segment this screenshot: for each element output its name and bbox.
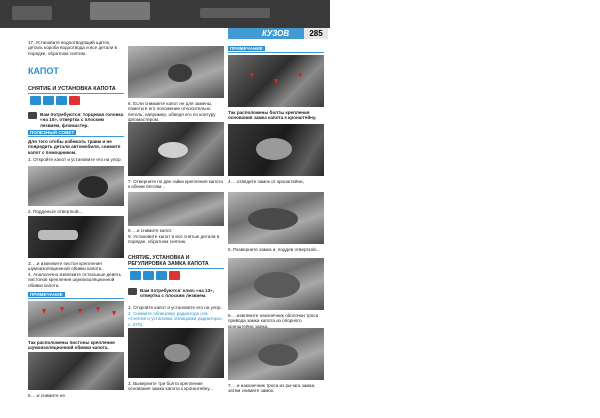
step-text: 5. Разверните замок и, поддев отверткой.… [228, 247, 320, 252]
needs-text: Вам потребуются: ключ «на 13», отвертка … [140, 288, 214, 299]
step-text: 8. ...и снимите капот. [128, 228, 173, 233]
step-text: 2. Подденьте отверткой... [28, 209, 83, 214]
warning-icon [169, 271, 180, 280]
tip-text: Для того чтобы избежать травм и не повре… [28, 139, 121, 155]
step-text: 7. ...и наконечник троса из рычага замка… [228, 383, 316, 394]
photo-cable-sheath [228, 258, 324, 310]
step-text: 4. ...отведите замок от кронштейна, [228, 179, 304, 184]
arrow-marker [298, 73, 302, 78]
arrow-marker [60, 307, 64, 312]
tool-icon [28, 112, 37, 119]
divider [28, 136, 124, 137]
intro-text: 17. Установите водоотводящий щиток, дета… [28, 40, 118, 56]
photo-cable-end [228, 328, 324, 380]
step-text: 3. Выверните три болта крепления основан… [128, 381, 214, 392]
photo-hinge-nuts [128, 122, 224, 176]
step-text: 3. ...и извлеките пистон крепления шумои… [28, 261, 103, 272]
top-photo-strip [0, 0, 330, 28]
time-icon [43, 96, 54, 105]
arrow-marker [250, 73, 254, 78]
section-title: КАПОТ [28, 66, 59, 76]
note-title: ПРИМЕЧАНИЕ [228, 46, 265, 51]
arrow-marker [112, 311, 116, 316]
photo-turn-latch [228, 192, 324, 244]
note-text: Так расположены пистоны крепления шумоиз… [28, 340, 115, 351]
subsection-title: СНЯТИЕ И УСТАНОВКА КАПОТА [28, 86, 116, 92]
arrow-marker [78, 309, 82, 314]
step-text: 2. Снимите облицовку радиатора (см. «Сня… [128, 311, 224, 327]
step-text: 1. Откройте капот и установите его на уп… [128, 305, 222, 310]
photo-move-latch [228, 124, 324, 176]
arrow-marker [274, 79, 278, 84]
divider [128, 268, 224, 269]
photo-latch-layout [228, 55, 324, 107]
car-icon [56, 96, 67, 105]
divider [228, 52, 324, 53]
step-text: 6. ...извлеките наконечник оболочки трос… [228, 313, 319, 329]
tool-icon [128, 288, 137, 295]
photo-clip-layout [28, 301, 124, 337]
photo-pry-clip [28, 216, 124, 258]
divider [28, 93, 124, 94]
tool-icons [130, 271, 180, 280]
divider [28, 298, 124, 299]
photo-hinge-mark [128, 46, 224, 98]
subsection-title: СНЯТИЕ, УСТАНОВКА И РЕГУЛИРОВКА ЗАМКА КА… [128, 255, 209, 267]
arrow-marker [96, 307, 100, 312]
page-number: 285 [304, 28, 328, 39]
needs-text: Вам потребуются: торцевая головка «на 10… [40, 112, 124, 128]
step-text: 6. Если снимаете капот не для замены, по… [128, 101, 216, 123]
step-text: 5. ...и снимите ее. [28, 393, 67, 398]
tool-icons [30, 96, 80, 105]
difficulty-icon [130, 271, 141, 280]
photo-remove-hood [128, 192, 224, 226]
step-text: 4. Аналогично извлеките остальные девять… [28, 272, 122, 288]
note-title: ПРИМЕЧАНИЕ [28, 292, 65, 297]
step-text: 9. Установите капот и все снятые детали … [128, 234, 220, 245]
warning-icon [69, 96, 80, 105]
photo-latch-bolts [128, 328, 224, 378]
step-text: 7. Отверните по две гайки крепления капо… [128, 179, 223, 190]
photo-remove-lining [28, 352, 124, 390]
tip-title: ПОЛЕЗНЫЙ СОВЕТ [28, 130, 77, 135]
photo-open-hood [28, 166, 124, 206]
time-icon [143, 271, 154, 280]
car-icon [156, 271, 167, 280]
step-text: 1. Откройте капот и установите его на уп… [28, 157, 122, 162]
note-text: Так расположены болты крепления основани… [228, 110, 317, 121]
section-name: КУЗОВ [262, 29, 290, 38]
difficulty-icon [30, 96, 41, 105]
arrow-marker [42, 309, 46, 314]
